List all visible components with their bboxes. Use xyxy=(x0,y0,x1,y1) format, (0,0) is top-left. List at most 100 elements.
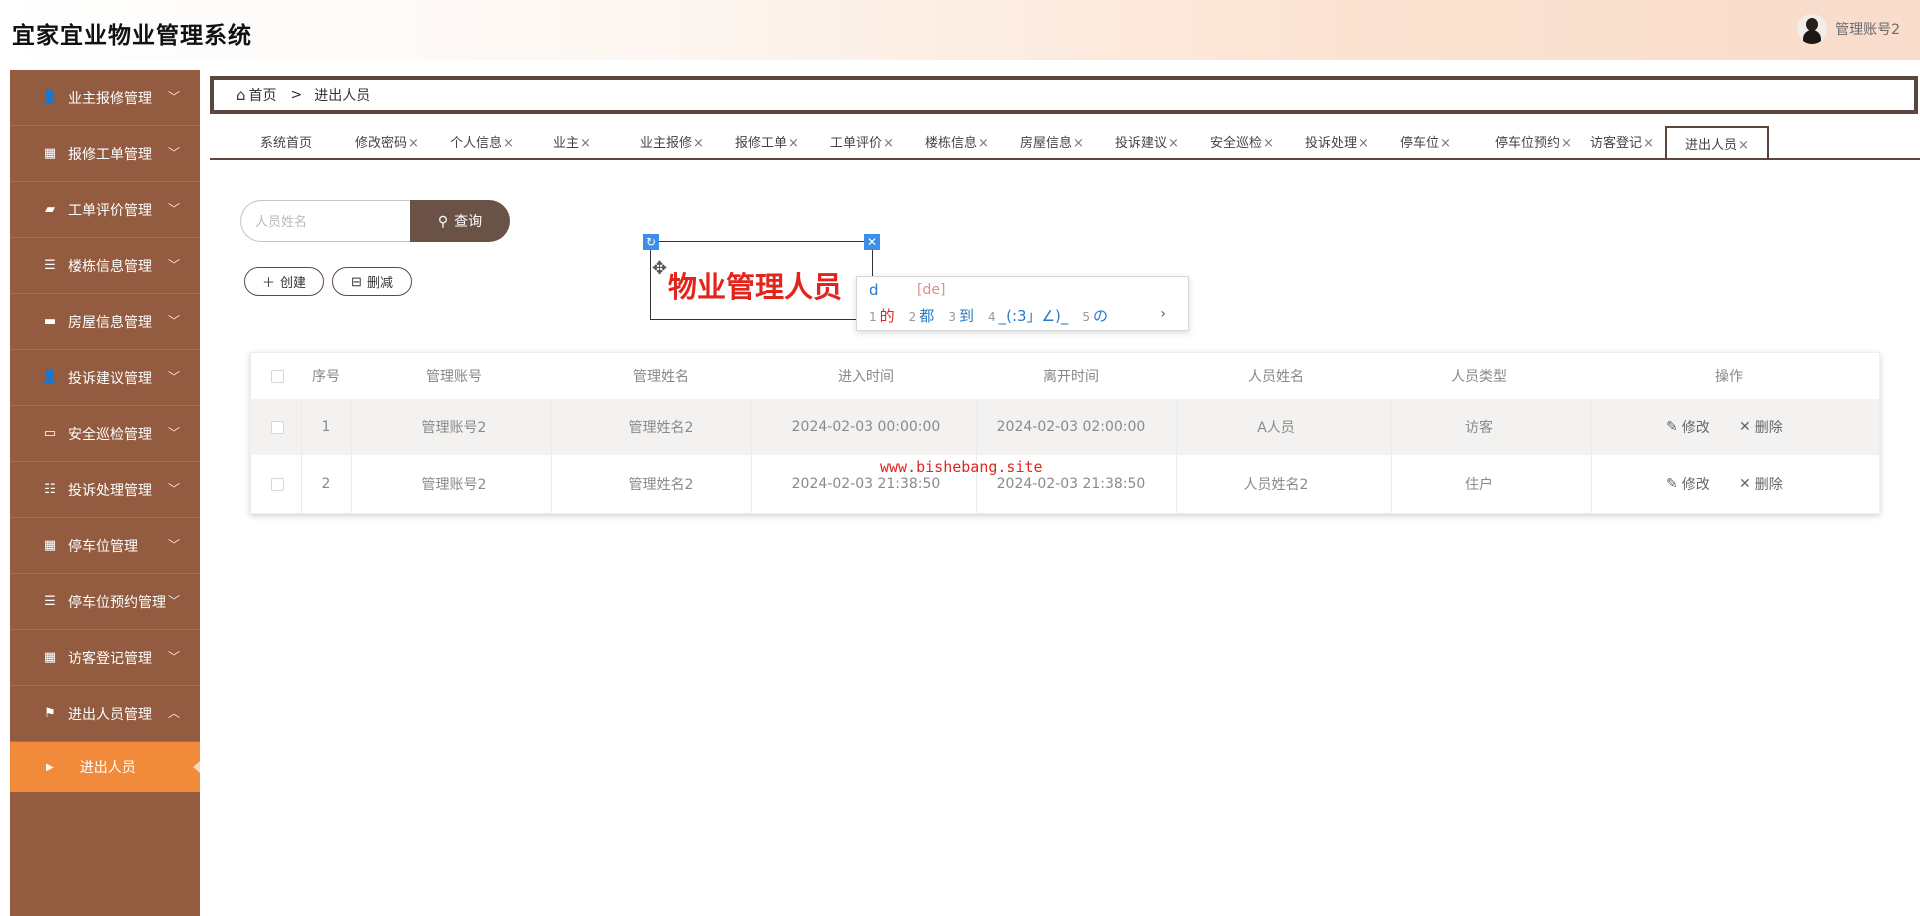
ime-candidate-text: の xyxy=(1093,307,1109,325)
sidebar-item[interactable]: ▦ 报修工单管理 ﹀ xyxy=(10,126,200,182)
close-tab-icon[interactable]: × xyxy=(1073,136,1084,151)
ime-candidate[interactable]: 4 _(:3」∠)_ xyxy=(988,305,1068,326)
close-tab-icon[interactable]: × xyxy=(978,136,989,151)
delete-row-button[interactable]: ✕ 删除 xyxy=(1739,474,1783,494)
sidebar-item[interactable]: 👤 投诉建议管理 ﹀ xyxy=(10,350,200,406)
close-tab-icon[interactable]: × xyxy=(1168,136,1179,151)
create-button[interactable]: ＋ 创建 xyxy=(244,267,324,296)
tab[interactable]: 个人信息× xyxy=(450,132,514,151)
sidebar-item[interactable]: ▦ 停车位管理 ﹀ xyxy=(10,518,200,574)
tab[interactable]: 停车位× xyxy=(1400,132,1451,151)
close-tab-icon[interactable]: × xyxy=(693,136,704,151)
sidebar-item[interactable]: ☷ 投诉处理管理 ﹀ xyxy=(10,462,200,518)
close-tab-icon[interactable]: × xyxy=(1358,136,1369,151)
card-icon: ▬ xyxy=(43,314,57,329)
tab-label: 楼栋信息 xyxy=(925,136,978,151)
table-row[interactable]: 2 管理账号2 管理姓名2 2024-02-03 21:38:50 2024-02-03… xyxy=(251,455,1879,513)
ime-candidate-number: 2 xyxy=(908,310,917,324)
breadcrumb-separator: > xyxy=(290,87,303,103)
avatar[interactable] xyxy=(1797,14,1828,44)
delete-label: 删除 xyxy=(1754,477,1783,493)
ime-candidate[interactable]: 5の xyxy=(1082,305,1108,326)
sidebar-item-label: 访客登记管理 xyxy=(68,650,152,667)
close-icon: ✕ xyxy=(1739,419,1751,435)
tab[interactable]: 系统首页 xyxy=(260,132,312,151)
table-cell: A人员 xyxy=(1257,420,1295,436)
close-tab-icon[interactable]: × xyxy=(1263,136,1274,151)
tab-label: 工单评价 xyxy=(830,136,883,151)
select-all-checkbox[interactable] xyxy=(271,369,284,383)
sidebar-subitem-active[interactable]: ▶ 进出人员 xyxy=(10,742,200,792)
ime-candidate[interactable]: 3到 xyxy=(948,305,974,326)
sidebar-item[interactable]: ▬ 房屋信息管理 ﹀ xyxy=(10,294,200,350)
close-tab-icon[interactable]: × xyxy=(408,136,419,151)
row-checkbox[interactable] xyxy=(271,420,284,434)
close-tab-icon[interactable]: × xyxy=(1440,136,1451,151)
ticket-icon: ▰ xyxy=(45,202,55,217)
sidebar-item-label: 房屋信息管理 xyxy=(68,314,152,331)
tab[interactable]: 报修工单× xyxy=(735,132,799,151)
tab[interactable]: 停车位预约× xyxy=(1495,132,1572,151)
tab-label: 安全巡检 xyxy=(1210,136,1263,151)
search-icon: ⚲ xyxy=(437,212,449,229)
close-tab-icon[interactable]: × xyxy=(1643,136,1654,151)
close-tab-icon[interactable]: × xyxy=(1738,138,1749,153)
sidebar: 👤 业主报修管理 ﹀ ▦ 报修工单管理 ﹀ ▰ 工单评价管理 ﹀ ☰ 楼栋信息管理 ﹀… xyxy=(10,70,200,916)
edit-row-button[interactable]: ✎ 修改 xyxy=(1666,474,1710,494)
tab[interactable]: 业主× xyxy=(553,132,591,151)
table-cell: 2024-02-03 02:00:00 xyxy=(996,419,1146,435)
tab[interactable]: 修改密码× xyxy=(355,132,419,151)
close-tab-icon[interactable]: × xyxy=(503,136,514,151)
sidebar-item[interactable]: ⚑ 进出人员管理 ︿ xyxy=(10,686,200,742)
delete-row-button[interactable]: ✕ 删除 xyxy=(1739,417,1783,437)
delete-selected-button[interactable]: ⊟ 删减 xyxy=(332,267,412,296)
close-tab-icon[interactable]: × xyxy=(883,136,894,151)
breadcrumb-home[interactable]: 首页 xyxy=(249,85,277,105)
ime-candidate[interactable]: 2都 xyxy=(909,305,935,326)
user-icon: 👤 xyxy=(41,370,59,385)
tab-label: 停车位 xyxy=(1400,136,1440,151)
tab[interactable]: 进出人员× xyxy=(1665,126,1769,158)
edit-row-button[interactable]: ✎ 修改 xyxy=(1666,417,1710,437)
person-name-search-input[interactable] xyxy=(240,200,412,242)
tab[interactable]: 工单评价× xyxy=(830,132,894,151)
sidebar-item-label: 投诉建议管理 xyxy=(68,370,152,387)
sidebar-item[interactable]: ▰ 工单评价管理 ﹀ xyxy=(10,182,200,238)
tab[interactable]: 投诉建议× xyxy=(1115,132,1179,151)
sidebar-item-label: 停车位管理 xyxy=(68,538,138,555)
ime-candidate-number: 4 xyxy=(987,310,996,324)
user-name[interactable]: 管理账号2 xyxy=(1835,19,1900,39)
chevron-icon: ﹀ xyxy=(167,202,180,216)
rotate-handle-icon[interactable]: ↻ xyxy=(643,234,659,250)
edit-text[interactable]: 物业管理人员 xyxy=(668,264,842,306)
tab[interactable]: 楼栋信息× xyxy=(925,132,989,151)
tab-label: 业主报修 xyxy=(640,136,693,151)
chevron-icon: ︿ xyxy=(167,706,180,720)
tab[interactable]: 投诉处理× xyxy=(1305,132,1369,151)
table-row[interactable]: 1 管理账号2 管理姓名2 2024-02-03 00:00:00 2024-02-03… xyxy=(251,399,1879,455)
search-button[interactable]: ⚲ 查询 xyxy=(410,200,510,242)
close-tab-icon[interactable]: × xyxy=(580,136,591,151)
ime-next-page-icon[interactable]: › xyxy=(1160,306,1166,322)
sidebar-item[interactable]: 👤 业主报修管理 ﹀ xyxy=(10,70,200,126)
column-header: 离开时间 xyxy=(1043,369,1099,385)
ime-candidate-number: 3 xyxy=(948,310,956,324)
tab[interactable]: 安全巡检× xyxy=(1210,132,1274,151)
sidebar-item[interactable]: ▦ 访客登记管理 ﹀ xyxy=(10,630,200,686)
tab[interactable]: 访客登记× xyxy=(1590,132,1654,151)
sidebar-item-label: 楼栋信息管理 xyxy=(68,258,152,275)
home-icon[interactable]: ⌂ xyxy=(236,86,246,104)
tab[interactable]: 业主报修× xyxy=(640,132,704,151)
sidebar-item[interactable]: ▭ 安全巡检管理 ﹀ xyxy=(10,406,200,462)
close-tab-icon[interactable]: × xyxy=(788,136,799,151)
sidebar-item-label: 投诉处理管理 xyxy=(68,482,152,499)
tab[interactable]: 房屋信息× xyxy=(1020,132,1084,151)
sidebar-item[interactable]: ☰ 停车位预约管理 ﹀ xyxy=(10,574,200,630)
move-icon[interactable]: ✥ xyxy=(652,258,667,279)
close-tab-icon[interactable]: × xyxy=(1561,136,1572,151)
row-checkbox[interactable] xyxy=(271,477,284,491)
user-menu[interactable]: 管理账号2 xyxy=(1797,14,1900,44)
sidebar-item[interactable]: ☰ 楼栋信息管理 ﹀ xyxy=(10,238,200,294)
ime-candidate[interactable]: 1的 xyxy=(869,305,895,326)
close-icon[interactable]: ✕ xyxy=(864,234,880,250)
